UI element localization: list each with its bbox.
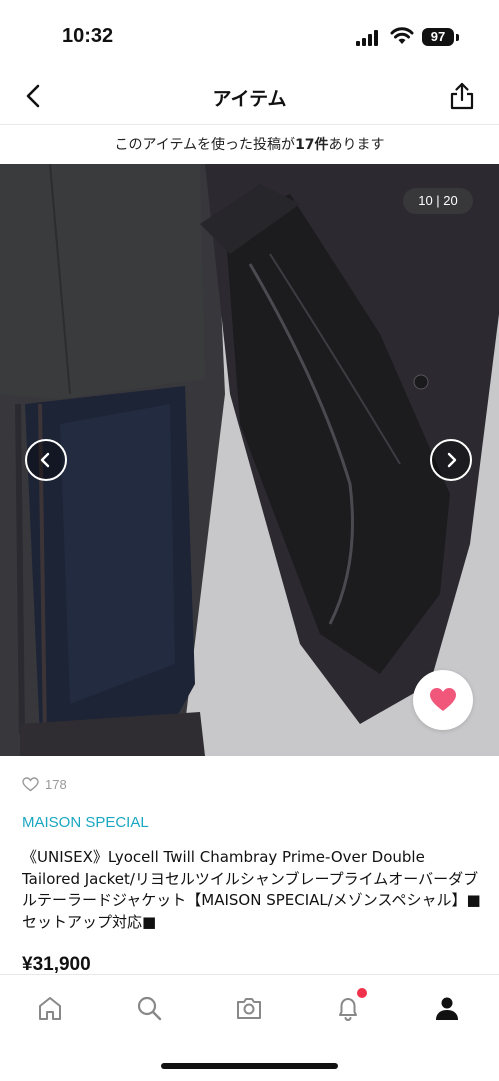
- notification-badge: [357, 988, 367, 998]
- tab-camera[interactable]: [234, 993, 264, 1023]
- camera-icon: [237, 998, 261, 1019]
- product-image-gallery[interactable]: 10 | 20: [0, 164, 499, 756]
- status-time: 10:32: [62, 25, 114, 47]
- tab-home[interactable]: [35, 993, 65, 1023]
- home-indicator: [161, 1063, 338, 1069]
- prev-image-button[interactable]: [25, 439, 67, 481]
- heart-icon: [430, 688, 456, 711]
- nav-bar: アイテム: [0, 72, 499, 124]
- product-name: 《UNISEX》Lyocell Twill Chambray Prime-Ove…: [22, 848, 481, 931]
- chevron-right-icon: [447, 452, 457, 468]
- signal-icon: [356, 30, 378, 46]
- wifi-icon: [390, 27, 414, 44]
- search-icon: [137, 996, 162, 1021]
- battery-indicator: 97: [422, 28, 454, 46]
- heart-outline-icon: [22, 777, 39, 792]
- battery-tip: [456, 34, 459, 41]
- page-title: アイテム: [212, 88, 287, 110]
- like-count[interactable]: 178: [22, 776, 67, 796]
- notice-suffix: あります: [328, 137, 385, 153]
- chevron-left-icon: [40, 452, 50, 468]
- tab-mypage[interactable]: [432, 993, 462, 1023]
- tab-search[interactable]: [134, 993, 164, 1023]
- notice-count: 17件: [295, 137, 329, 153]
- like-count-value: 178: [45, 777, 67, 793]
- jacket-photo: [0, 164, 499, 756]
- image-counter: 10 | 20: [403, 188, 473, 214]
- share-icon[interactable]: [448, 81, 476, 111]
- status-bar: 10:32 97: [0, 0, 499, 72]
- next-image-button[interactable]: [430, 439, 472, 481]
- user-icon: [436, 997, 458, 1020]
- bell-icon: [339, 998, 357, 1022]
- tab-notifications[interactable]: [333, 993, 363, 1023]
- home-icon: [39, 997, 61, 1020]
- product-price: ¥31,900: [22, 954, 91, 975]
- favorite-button[interactable]: [413, 670, 473, 730]
- brand-link[interactable]: MAISON SPECIAL: [22, 814, 149, 831]
- posts-notice[interactable]: このアイテムを使った投稿が17件あります: [0, 124, 499, 165]
- notice-prefix: このアイテムを使った投稿が: [114, 137, 296, 153]
